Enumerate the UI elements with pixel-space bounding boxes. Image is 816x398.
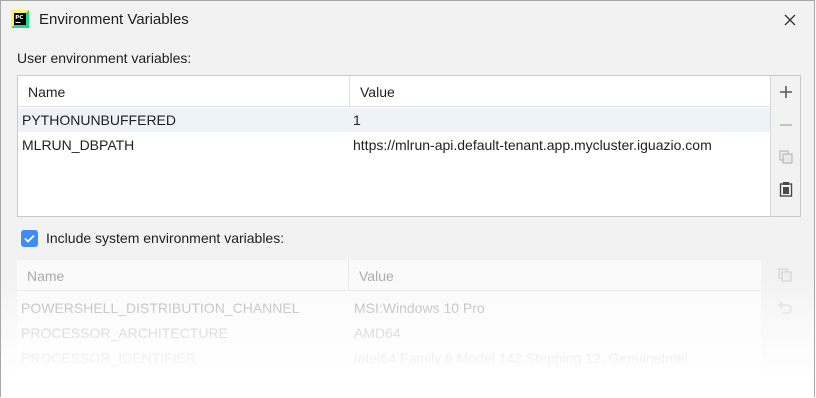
app-icon-text: PC (15, 15, 23, 21)
table-row[interactable]: PYTHONUNBUFFERED 1 (18, 108, 770, 132)
table-header: Name Value (17, 260, 761, 291)
column-header-name[interactable]: Name (28, 84, 65, 100)
environment-variables-dialog: PC Environment Variables User environmen… (0, 0, 815, 398)
undo-icon (778, 301, 792, 314)
pycharm-app-icon: PC (11, 10, 29, 28)
window-title: Environment Variables (39, 11, 189, 28)
user-table-toolbar (770, 75, 801, 217)
remove-button[interactable] (775, 114, 797, 136)
remove-icon (780, 124, 792, 126)
table-row[interactable]: PROCESSOR_IDENTIFIER Intel64 Family 6 Mo… (17, 346, 761, 370)
close-icon (784, 14, 796, 26)
row-value-cell[interactable]: AMD64 (354, 325, 401, 341)
table-header: Name Value (18, 76, 770, 107)
paste-icon (779, 182, 793, 197)
add-icon (780, 86, 792, 98)
include-system-label[interactable]: Include system environment variables: (46, 230, 284, 246)
row-name-cell[interactable]: PROCESSOR_ARCHITECTURE (21, 325, 228, 341)
row-name-cell[interactable]: MLRUN_DBPATH (22, 137, 134, 153)
checkmark-icon (24, 234, 35, 243)
column-header-name[interactable]: Name (27, 268, 64, 284)
system-variables-table[interactable]: Name Value POWERSHELL_DISTRIBUTION_CHANN… (17, 260, 761, 398)
copy-button[interactable] (774, 264, 796, 286)
include-system-variables-option[interactable]: Include system environment variables: (21, 228, 284, 248)
row-value-cell[interactable]: 1 (353, 112, 361, 128)
add-button[interactable] (775, 81, 797, 103)
column-header-value[interactable]: Value (360, 84, 395, 100)
close-button[interactable] (776, 6, 804, 34)
row-name-cell[interactable]: POWERSHELL_DISTRIBUTION_CHANNEL (21, 300, 300, 316)
user-variables-table[interactable]: Name Value PYTHONUNBUFFERED 1 MLRUN_DBPA… (17, 75, 771, 217)
table-row[interactable]: MLRUN_DBPATH https://mlrun-api.default-t… (18, 133, 770, 157)
table-row[interactable]: POWERSHELL_DISTRIBUTION_CHANNEL MSI:Wind… (17, 296, 761, 320)
row-name-cell[interactable]: PYTHONUNBUFFERED (22, 112, 176, 128)
system-table-toolbar (770, 260, 801, 398)
row-value-cell[interactable]: https://mlrun-api.default-tenant.app.myc… (353, 137, 712, 153)
copy-icon (779, 150, 793, 164)
copy-button[interactable] (775, 146, 797, 168)
column-divider[interactable] (348, 260, 349, 290)
user-variables-label: User environment variables: (17, 50, 192, 66)
table-row[interactable]: PROCESSOR_ARCHITECTURE AMD64 (17, 321, 761, 345)
row-value-cell[interactable]: Intel64 Family 6 Model 142 Stepping 12, … (354, 350, 688, 366)
row-value-cell[interactable]: MSI:Windows 10 Pro (354, 300, 485, 316)
column-header-value[interactable]: Value (359, 268, 394, 284)
undo-button[interactable] (774, 296, 796, 318)
paste-button[interactable] (775, 178, 797, 200)
row-name-cell[interactable]: PROCESSOR_IDENTIFIER (21, 350, 196, 366)
copy-icon (778, 268, 792, 282)
title-bar: PC Environment Variables (1, 1, 814, 39)
column-divider[interactable] (349, 76, 350, 106)
include-system-checkbox[interactable] (21, 229, 38, 247)
